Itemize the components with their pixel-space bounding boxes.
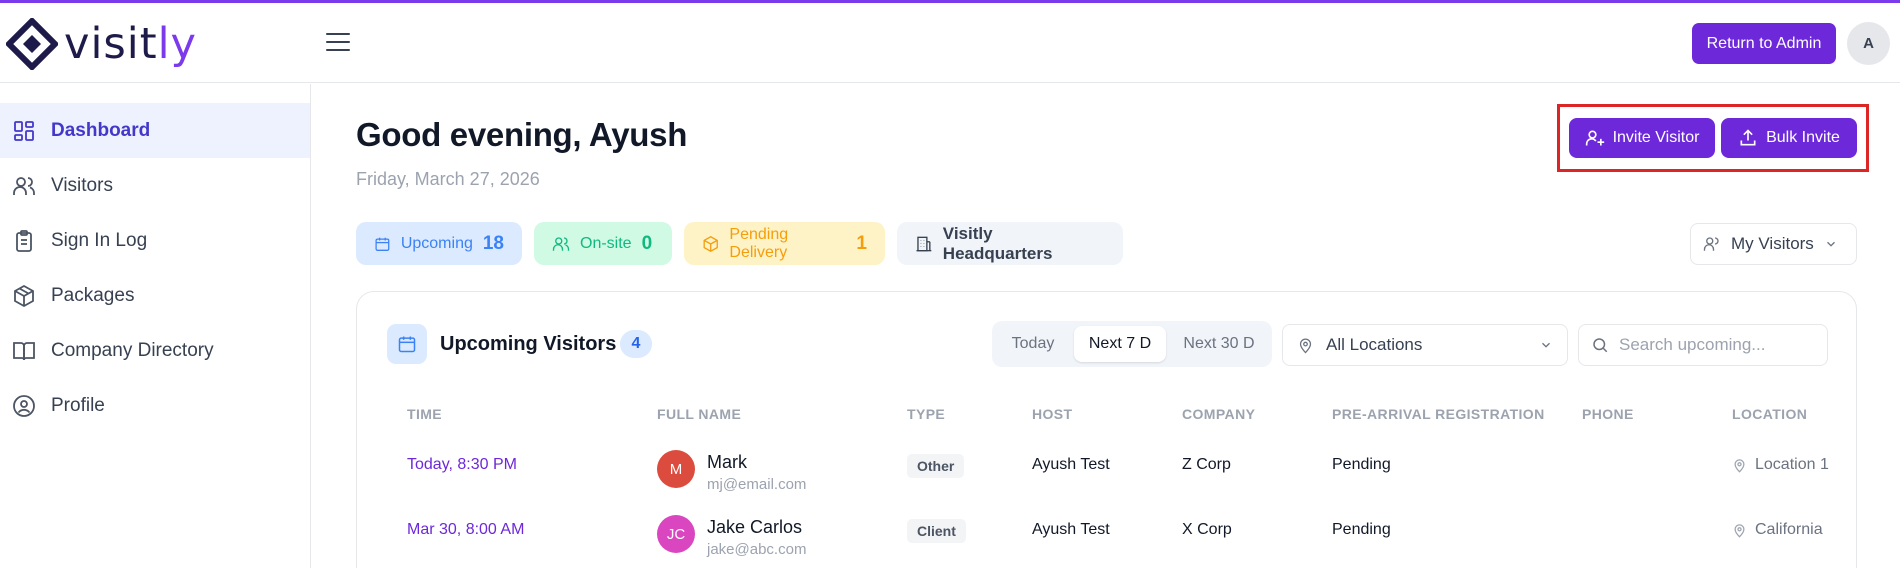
range-today-tab[interactable]: Today (998, 326, 1068, 362)
column-header-full-name[interactable]: FULL NAME (657, 406, 741, 422)
invite-visitor-label: Invite Visitor (1612, 129, 1700, 146)
column-header-host[interactable]: HOST (1032, 406, 1073, 422)
package-icon (14, 284, 34, 307)
sidebar-item-label: Sign In Log (51, 229, 148, 251)
sidebar-item-label: Visitors (51, 174, 113, 196)
search-input[interactable] (1619, 335, 1819, 355)
app-header: visitly Return to Admin A (0, 3, 1900, 83)
sidebar-item-label: Dashboard (51, 119, 151, 141)
row-company: Z Corp (1182, 456, 1231, 473)
card-count-badge: 4 (620, 330, 652, 358)
upcoming-label: Upcoming (400, 234, 473, 252)
visitor-email: mj@email.com (707, 476, 807, 493)
search-box (1578, 324, 1828, 366)
page-title: Good evening, Ayush (356, 116, 688, 153)
users-icon (552, 236, 570, 251)
invite-visitor-button[interactable]: Invite Visitor (1569, 118, 1715, 158)
map-pin-icon (1734, 458, 1745, 473)
row-time: Mar 30, 8:00 AM (407, 521, 525, 538)
menu-toggle-icon[interactable] (326, 33, 350, 53)
visitly-logo[interactable]: visitly (6, 18, 198, 70)
clipboard-icon (16, 229, 32, 252)
sidebar-item-label: Profile (51, 394, 105, 416)
visitor-name: Mark (707, 452, 747, 472)
sidebar-item-profile[interactable]: Profile (0, 378, 310, 433)
package-icon (703, 235, 718, 252)
card-header-icon (387, 324, 427, 364)
sidebar-item-company-directory[interactable]: Company Directory (0, 323, 310, 378)
profile-icon (13, 394, 35, 417)
user-plus-icon (1585, 130, 1604, 146)
upcoming-stat-chip[interactable]: Upcoming 18 (356, 222, 522, 265)
row-location-label: Location 1 (1755, 456, 1829, 473)
onsite-label: On-site (580, 234, 632, 252)
sidebar: Dashboard Visitors Sign In Log Packages … (0, 84, 311, 568)
location-chip[interactable]: Visitly Headquarters (897, 222, 1123, 265)
range-next-30-days-tab[interactable]: Next 30 D (1172, 326, 1266, 362)
visitor-email: jake@abc.com (707, 541, 807, 558)
visitor-scope-value: My Visitors (1731, 234, 1814, 253)
onsite-count: 0 (641, 232, 653, 254)
dashboard-icon (14, 120, 34, 141)
column-header-type[interactable]: TYPE (907, 406, 945, 422)
row-location: California (1732, 521, 1823, 539)
location-filter-value: All Locations (1326, 335, 1423, 354)
map-pin-icon (1299, 338, 1312, 353)
users-icon (1703, 237, 1719, 251)
logo-diamond-icon (6, 18, 58, 70)
column-header-phone[interactable]: PHONE (1582, 406, 1634, 422)
current-date: Friday, March 27, 2026 (356, 169, 540, 189)
row-host: Ayush Test (1032, 456, 1110, 473)
row-host: Ayush Test (1032, 521, 1110, 538)
column-header-company[interactable]: COMPANY (1182, 406, 1255, 422)
location-filter-select[interactable]: All Locations (1282, 324, 1568, 366)
row-location: Location 1 (1732, 456, 1829, 474)
bulk-invite-button[interactable]: Bulk Invite (1721, 118, 1857, 158)
visitor-scope-dropdown[interactable]: My Visitors (1690, 223, 1857, 265)
column-header-location[interactable]: LOCATION (1732, 406, 1807, 422)
chevron-down-icon (1542, 342, 1550, 348)
sidebar-item-label: Company Directory (51, 339, 214, 361)
chevron-down-icon (1826, 241, 1835, 247)
onsite-stat-chip[interactable]: On-site 0 (534, 222, 672, 265)
visitor-name: Jake Carlos (707, 517, 803, 537)
row-registration-status: Pending (1332, 456, 1391, 473)
pending-delivery-label: Pending Delivery (729, 225, 789, 261)
sidebar-item-visitors[interactable]: Visitors (0, 158, 310, 213)
sidebar-item-label: Packages (51, 284, 135, 306)
building-icon (916, 236, 932, 251)
upcoming-count: 18 (482, 232, 504, 254)
row-location-label: California (1755, 521, 1823, 538)
range-next-7-days-tab[interactable]: Next 7 D (1074, 326, 1166, 362)
pending-delivery-count: 1 (856, 232, 867, 254)
visitor-avatar: M (657, 450, 695, 488)
row-time: Today, 8:30 PM (407, 456, 517, 473)
location-label: Visitly Headquarters (942, 223, 1053, 263)
visitor-type-badge: Client (907, 519, 966, 543)
date-range-toggle: Today Next 7 D Next 30 D (992, 321, 1272, 367)
card-title: Upcoming Visitors (440, 333, 617, 355)
visitor-avatar: JC (657, 515, 695, 553)
sidebar-item-packages[interactable]: Packages (0, 268, 310, 323)
logo-text: visitly (64, 18, 198, 69)
column-header-time[interactable]: TIME (407, 406, 442, 422)
calendar-icon (398, 336, 416, 353)
sidebar-item-sign-in-log[interactable]: Sign In Log (0, 213, 310, 268)
column-header-pre-arrival-registration[interactable]: PRE-ARRIVAL REGISTRATION (1332, 406, 1545, 422)
calendar-icon (375, 237, 390, 251)
users-icon (13, 176, 35, 195)
map-pin-icon (1734, 523, 1745, 538)
row-company: X Corp (1182, 521, 1232, 538)
sidebar-item-dashboard[interactable]: Dashboard (0, 103, 310, 158)
book-icon (13, 341, 35, 360)
upload-icon (1740, 129, 1756, 146)
visitor-type-badge: Other (907, 454, 965, 478)
bulk-invite-label: Bulk Invite (1766, 129, 1840, 146)
pending-delivery-stat-chip[interactable]: Pending Delivery 1 (684, 222, 885, 265)
return-to-admin-button[interactable]: Return to Admin (1692, 23, 1836, 64)
user-avatar[interactable]: A (1847, 22, 1890, 65)
row-registration-status: Pending (1332, 521, 1391, 538)
search-icon (1593, 338, 1608, 353)
